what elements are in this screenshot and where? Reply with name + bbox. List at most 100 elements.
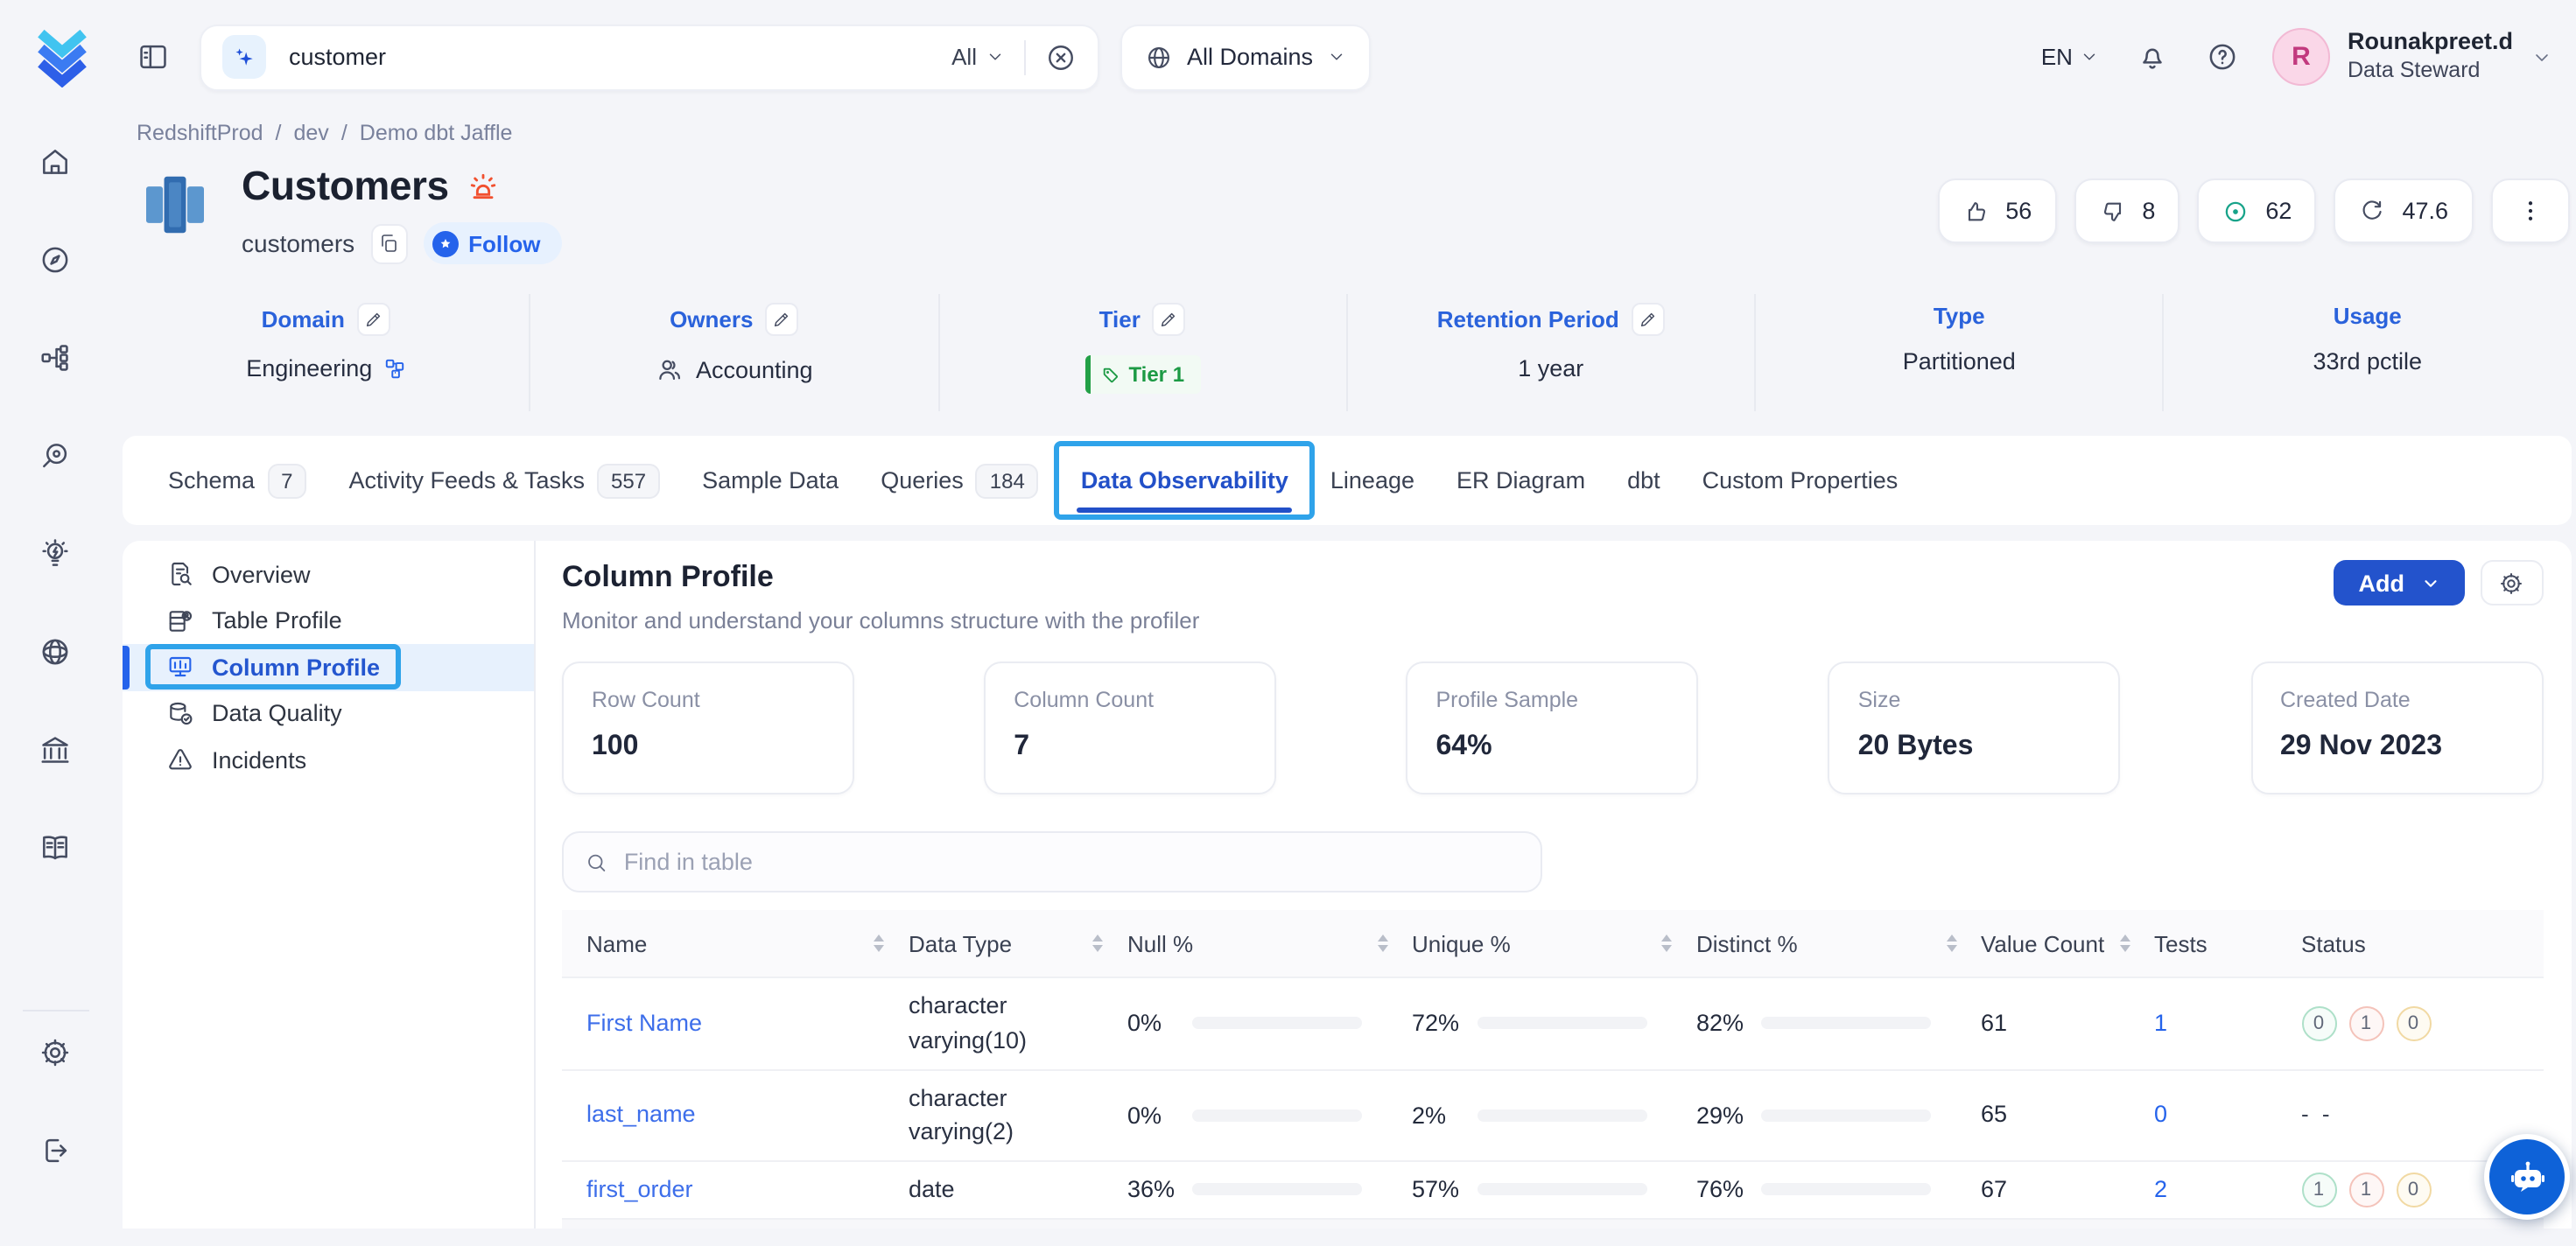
sidebar-settings-gear-icon[interactable] <box>39 1036 72 1069</box>
help-icon[interactable] <box>2206 40 2239 74</box>
language-selector[interactable]: EN <box>2041 44 2099 70</box>
data-type-value: date <box>909 1176 986 1202</box>
search-scope-dropdown[interactable]: All <box>951 44 1005 70</box>
alert-siren-icon[interactable] <box>467 169 502 204</box>
sidebar-globe-icon[interactable] <box>39 635 72 668</box>
tab-sample-data[interactable]: Sample Data <box>698 436 842 525</box>
tab-er-diagram[interactable]: ER Diagram <box>1453 436 1589 525</box>
chatbot-button[interactable] <box>2484 1134 2570 1220</box>
downvotes-button[interactable]: 8 <box>2074 178 2179 243</box>
user-menu-chevron-icon[interactable] <box>2530 46 2551 67</box>
column-header-data-type: Data Type <box>909 930 1012 956</box>
tab-schema[interactable]: Schema7 <box>165 436 310 525</box>
sidebar-profile-search-icon[interactable] <box>39 439 72 472</box>
follow-button[interactable]: Follow <box>423 222 561 264</box>
column-name-link[interactable]: First Name <box>586 1010 702 1036</box>
chevron-down-icon <box>2080 47 2099 66</box>
upvotes-button[interactable]: 56 <box>1937 178 2056 243</box>
profiler-settings-button[interactable] <box>2480 560 2543 606</box>
sidebar-home-icon[interactable] <box>39 145 72 178</box>
sidebar-logout-icon[interactable] <box>39 1134 72 1167</box>
chevron-down-icon <box>1327 47 1346 66</box>
status-passed-badge[interactable]: 0 <box>2301 1006 2336 1041</box>
copy-icon[interactable] <box>370 223 407 263</box>
tab-activity-feeds[interactable]: Activity Feeds & Tasks557 <box>345 436 663 525</box>
breadcrumb-schema[interactable]: Demo dbt Jaffle <box>360 121 513 145</box>
card-label: Column Count <box>1014 688 1246 712</box>
tab-dbt[interactable]: dbt <box>1624 436 1664 525</box>
tab-custom-properties[interactable]: Custom Properties <box>1699 436 1902 525</box>
divider <box>22 1010 88 1012</box>
unique-progress-bar <box>1477 1110 1646 1122</box>
column-name-link[interactable]: last_name <box>586 1102 696 1128</box>
tests-link[interactable]: 2 <box>2154 1176 2167 1202</box>
all-domains-button[interactable]: All Domains <box>1120 24 1371 90</box>
sidebar-workflow-icon[interactable] <box>39 341 72 374</box>
atlan-logo-icon[interactable] <box>32 27 93 87</box>
sidebar-compass-icon[interactable] <box>39 243 72 276</box>
follow-star-icon <box>432 230 458 256</box>
subnav-item-incidents[interactable]: Incidents <box>123 737 534 783</box>
tab-count-badge: 7 <box>267 463 306 498</box>
status-warning-badge[interactable]: 0 <box>2396 1172 2431 1208</box>
usage-label: Usage <box>2334 303 2402 329</box>
sort-icon[interactable] <box>1661 934 1672 953</box>
status-passed-badge[interactable]: 1 <box>2301 1172 2336 1208</box>
global-search[interactable]: All <box>200 24 1099 90</box>
table-row: first_order date 36% 57% 76% 67 2 110 <box>562 1160 2543 1217</box>
subnav-item-overview[interactable]: Overview <box>123 551 534 598</box>
subnav-item-data-quality[interactable]: Data Quality <box>123 690 534 737</box>
status-warning-badge[interactable]: 0 <box>2396 1006 2431 1041</box>
sort-icon[interactable] <box>2119 934 2130 953</box>
column-profile-icon <box>166 654 194 682</box>
ai-sparkle-icon[interactable] <box>222 35 266 79</box>
column-name-link[interactable]: first_order <box>586 1176 693 1202</box>
card-column-count: Column Count 7 <box>984 662 1276 794</box>
tab-queries[interactable]: Queries184 <box>877 436 1042 525</box>
add-button[interactable]: Add <box>2334 560 2465 606</box>
tests-link[interactable]: 0 <box>2154 1102 2167 1128</box>
find-in-table-input[interactable] <box>624 849 1520 875</box>
edit-tier-pencil-icon[interactable] <box>1153 303 1186 336</box>
sidebar-governance-icon[interactable] <box>39 733 72 766</box>
tier-badge[interactable]: Tier 1 <box>1084 355 1200 394</box>
sort-icon[interactable] <box>1377 934 1387 953</box>
sidebar-insights-icon[interactable] <box>39 537 72 570</box>
tests-link[interactable]: 1 <box>2154 1010 2167 1036</box>
table-row-partial <box>562 1217 2543 1228</box>
avatar[interactable]: R <box>2272 28 2330 86</box>
user-info[interactable]: Rounakpreet.d Data Steward <box>2348 29 2513 86</box>
sidebar-toggle-icon[interactable] <box>137 40 170 74</box>
add-label: Add <box>2359 570 2405 596</box>
notifications-bell-icon[interactable] <box>2136 40 2169 74</box>
edit-owners-pencil-icon[interactable] <box>765 303 798 336</box>
sort-icon[interactable] <box>874 934 884 953</box>
score-button[interactable]: 62 <box>2197 178 2316 243</box>
search-clear-icon[interactable] <box>1045 41 1077 73</box>
owners-value[interactable]: Accounting <box>696 357 813 383</box>
subnav-item-table-profile[interactable]: Table Profile <box>123 598 534 644</box>
sidebar-glossary-icon[interactable] <box>39 831 72 864</box>
edit-domain-pencil-icon[interactable] <box>357 303 390 336</box>
search-input[interactable] <box>289 44 951 70</box>
domain-value[interactable]: Engineering <box>246 355 372 382</box>
popularity-button[interactable]: 47.6 <box>2334 178 2473 243</box>
tab-lineage[interactable]: Lineage <box>1327 436 1418 525</box>
sort-icon[interactable] <box>1946 934 1956 953</box>
breadcrumb-database[interactable]: dev <box>294 121 329 145</box>
tab-count-badge: 557 <box>597 463 660 498</box>
tab-data-observability[interactable]: Data Observability <box>1077 436 1292 525</box>
subnav-item-column-profile[interactable]: Column Profile <box>123 644 534 690</box>
page-subtitle: Monitor and understand your columns stru… <box>562 607 1199 634</box>
metadata-band: Domain Engineering Owners Accounting Tie… <box>123 294 2571 411</box>
sort-icon[interactable] <box>1092 934 1103 953</box>
more-actions-button[interactable] <box>2490 178 2569 243</box>
status-failed-badge[interactable]: 1 <box>2348 1172 2383 1208</box>
card-label: Size <box>1858 688 2091 712</box>
breadcrumb-connection[interactable]: RedshiftProd <box>137 121 263 145</box>
find-in-table[interactable] <box>562 831 1542 892</box>
edit-retention-pencil-icon[interactable] <box>1632 303 1665 336</box>
status-failed-badge[interactable]: 1 <box>2348 1006 2383 1041</box>
column-profile-table: Name Data Type Null % Unique % Distinct … <box>562 910 2543 1228</box>
distinct-pct-value: 76% <box>1696 1177 1761 1203</box>
